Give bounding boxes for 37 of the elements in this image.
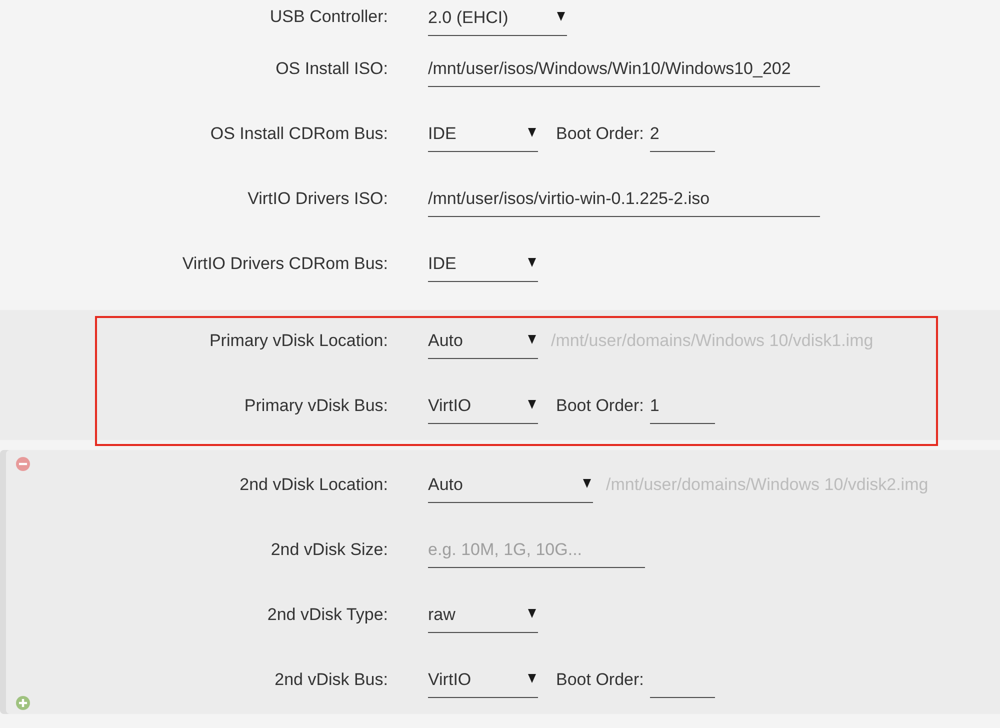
text-field[interactable]: e.g. 10M, 1G, 10G... xyxy=(428,535,645,568)
remove-icon[interactable] xyxy=(16,457,30,471)
text-field[interactable]: /mnt/user/isos/Windows/Win10/Windows10_202 xyxy=(428,54,820,87)
dropdown[interactable]: IDE xyxy=(428,119,538,152)
caret-icon xyxy=(528,674,536,683)
dropdown[interactable]: Auto xyxy=(428,470,593,503)
dropdown[interactable]: Auto xyxy=(428,326,538,359)
field-label: VirtIO Drivers CDRom Bus: xyxy=(181,254,388,274)
dropdown[interactable]: 2.0 (EHCI) xyxy=(428,2,567,36)
dropdown[interactable]: IDE xyxy=(428,249,538,282)
field-label: Primary vDisk Bus: xyxy=(243,396,388,416)
field-label: Primary vDisk Location: xyxy=(208,330,388,352)
field-label: 2nd vDisk Size: xyxy=(270,540,388,560)
caret-icon xyxy=(528,258,536,267)
add-icon[interactable] xyxy=(16,696,30,710)
caret-icon xyxy=(557,12,565,20)
boot-order-label: Boot Order: xyxy=(556,670,644,690)
boot-order-field[interactable]: 1 xyxy=(650,391,715,424)
text-field[interactable]: /mnt/user/isos/virtio-win-0.1.225-2.iso xyxy=(428,184,820,217)
caret-icon xyxy=(528,335,536,344)
field-label: 2nd vDisk Type: xyxy=(266,604,388,626)
caret-icon xyxy=(528,400,536,409)
boot-order-label: Boot Order: xyxy=(556,124,644,144)
dropdown[interactable]: VirtIO xyxy=(428,391,538,424)
dropdown[interactable]: VirtIO xyxy=(428,665,538,698)
field-label: 2nd vDisk Bus: xyxy=(274,670,388,690)
boot-order-field[interactable]: 2 xyxy=(650,119,715,152)
caret-icon xyxy=(528,609,536,618)
caret-icon xyxy=(528,128,536,137)
boot-order-label: Boot Order: xyxy=(556,396,644,416)
field-label: OS Install ISO: xyxy=(274,58,388,80)
field-label: OS Install CDRom Bus: xyxy=(209,124,388,144)
field-label: 2nd vDisk Location: xyxy=(238,474,388,496)
caret-icon xyxy=(583,479,591,488)
field-label: VirtIO Drivers ISO: xyxy=(246,188,388,210)
field-label: USB Controller: xyxy=(268,7,388,28)
dropdown[interactable]: raw xyxy=(428,600,538,633)
